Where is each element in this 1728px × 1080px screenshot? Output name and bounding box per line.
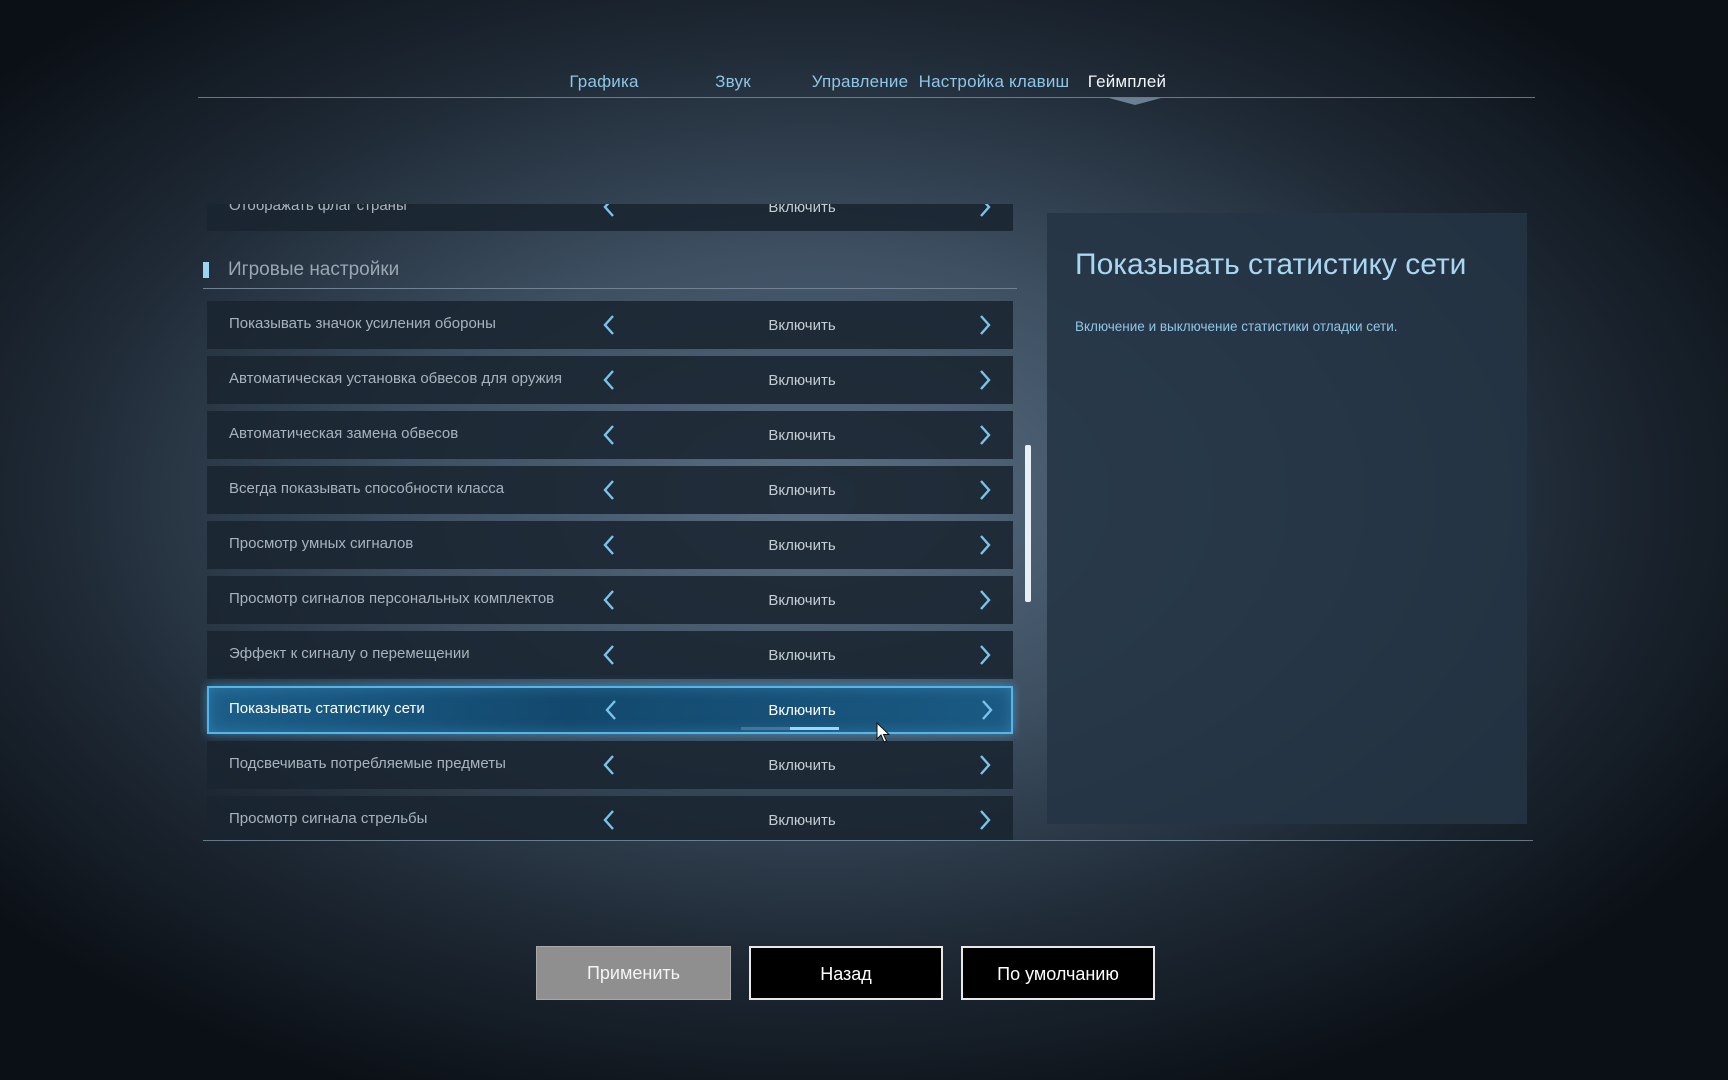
apply-button[interactable]: Применить: [536, 946, 731, 1000]
setting-value: Включить: [768, 427, 836, 444]
chevron-left-icon[interactable]: [597, 586, 621, 614]
setting-row[interactable]: Просмотр сигнала стрельбы Включить: [207, 796, 1013, 840]
setting-value: Включить: [768, 537, 836, 554]
setting-value: Включить: [768, 757, 836, 774]
setting-label: Просмотр сигналов персональных комплекто…: [229, 590, 555, 607]
section-header-game-settings: Игровые настройки: [203, 254, 1017, 294]
setting-label: Просмотр умных сигналов: [229, 535, 414, 552]
setting-value: Включить: [768, 372, 836, 389]
chevron-right-icon[interactable]: [973, 204, 997, 221]
defaults-button[interactable]: По умолчанию: [961, 946, 1155, 1000]
setting-label: Показывать статистику сети: [229, 700, 425, 717]
chevron-left-icon[interactable]: [597, 751, 621, 779]
list-bottom-divider: [203, 840, 1533, 841]
setting-row-country-flag[interactable]: Отображать флаг страны Включить: [207, 204, 1013, 231]
chevron-left-icon[interactable]: [597, 806, 621, 834]
setting-label: Автоматическая установка обвесов для ору…: [229, 370, 563, 387]
tab-key-bindings[interactable]: Настройка клавиш: [919, 72, 1070, 92]
option-position-bar: [741, 727, 839, 730]
setting-value: Включить: [768, 812, 836, 829]
chevron-left-icon[interactable]: [597, 311, 621, 339]
chevron-right-icon[interactable]: [973, 311, 997, 339]
chevron-left-icon[interactable]: [597, 204, 621, 221]
setting-label: Просмотр сигнала стрельбы: [229, 810, 428, 827]
description-text: Включение и выключение статистики отладк…: [1075, 319, 1398, 334]
chevron-left-icon[interactable]: [597, 641, 621, 669]
chevron-left-icon[interactable]: [597, 366, 621, 394]
setting-row[interactable]: Всегда показывать способности класса Вклю…: [207, 466, 1013, 514]
setting-value: Включить: [768, 482, 836, 499]
setting-label: Показывать значок усиления обороны: [229, 315, 496, 332]
chevron-right-icon[interactable]: [973, 531, 997, 559]
settings-list: Отображать флаг страны Включить Игровые …: [200, 204, 1020, 840]
setting-row[interactable]: Показывать значок усиления обороны Включи…: [207, 301, 1013, 349]
chevron-right-icon[interactable]: [973, 586, 997, 614]
setting-value: Включить: [768, 204, 836, 216]
tab-sound[interactable]: Звук: [715, 72, 751, 92]
setting-label: Автоматическая замена обвесов: [229, 425, 459, 442]
tab-controls[interactable]: Управление: [812, 72, 909, 92]
option-position-fill: [790, 727, 839, 730]
list-scrollbar[interactable]: [1025, 445, 1031, 602]
description-title: Показывать статистику сети: [1075, 248, 1467, 281]
setting-row[interactable]: Просмотр сигналов персональных комплекто…: [207, 576, 1013, 624]
chevron-left-icon[interactable]: [597, 531, 621, 559]
setting-value: Включить: [768, 647, 836, 664]
chevron-right-icon[interactable]: [975, 696, 999, 724]
setting-row[interactable]: Подсвечивать потребляемые предметы Включи…: [207, 741, 1013, 789]
setting-label: Отображать флаг страны: [229, 204, 407, 214]
description-panel: Показывать статистику сети Включение и в…: [1047, 213, 1527, 824]
chevron-left-icon[interactable]: [597, 476, 621, 504]
section-title: Игровые настройки: [228, 259, 400, 280]
setting-row[interactable]: Автоматическая замена обвесов Включить: [207, 411, 1013, 459]
chevron-left-icon[interactable]: [599, 696, 623, 724]
chevron-right-icon[interactable]: [973, 421, 997, 449]
back-button[interactable]: Назад: [749, 946, 943, 1000]
settings-tabs: Графика Звук Управление Настройка клавиш…: [0, 64, 1728, 104]
chevron-right-icon[interactable]: [973, 751, 997, 779]
setting-row[interactable]: Показывать статистику сети Включить: [207, 686, 1013, 734]
chevron-right-icon[interactable]: [973, 366, 997, 394]
tab-graphics[interactable]: Графика: [569, 72, 638, 92]
mouse-pointer-icon: [876, 722, 890, 743]
chevron-left-icon[interactable]: [597, 421, 621, 449]
setting-value: Включить: [768, 702, 836, 719]
setting-label: Всегда показывать способности класса: [229, 480, 505, 497]
setting-label: Эффект к сигналу о перемещении: [229, 645, 470, 662]
setting-label: Подсвечивать потребляемые предметы: [229, 755, 506, 772]
setting-row[interactable]: Просмотр умных сигналов Включить: [207, 521, 1013, 569]
tab-gameplay[interactable]: Геймплей: [1088, 72, 1166, 92]
chevron-right-icon[interactable]: [973, 806, 997, 834]
active-tab-indicator: [1109, 98, 1161, 105]
tabs-divider: [198, 97, 1535, 98]
chevron-right-icon[interactable]: [973, 641, 997, 669]
setting-row[interactable]: Автоматическая установка обвесов для ору…: [207, 356, 1013, 404]
setting-value: Включить: [768, 592, 836, 609]
section-divider: [203, 288, 1017, 289]
setting-value: Включить: [768, 317, 836, 334]
setting-row[interactable]: Эффект к сигналу о перемещении Включить: [207, 631, 1013, 679]
chevron-right-icon[interactable]: [973, 476, 997, 504]
section-marker: [203, 262, 209, 278]
